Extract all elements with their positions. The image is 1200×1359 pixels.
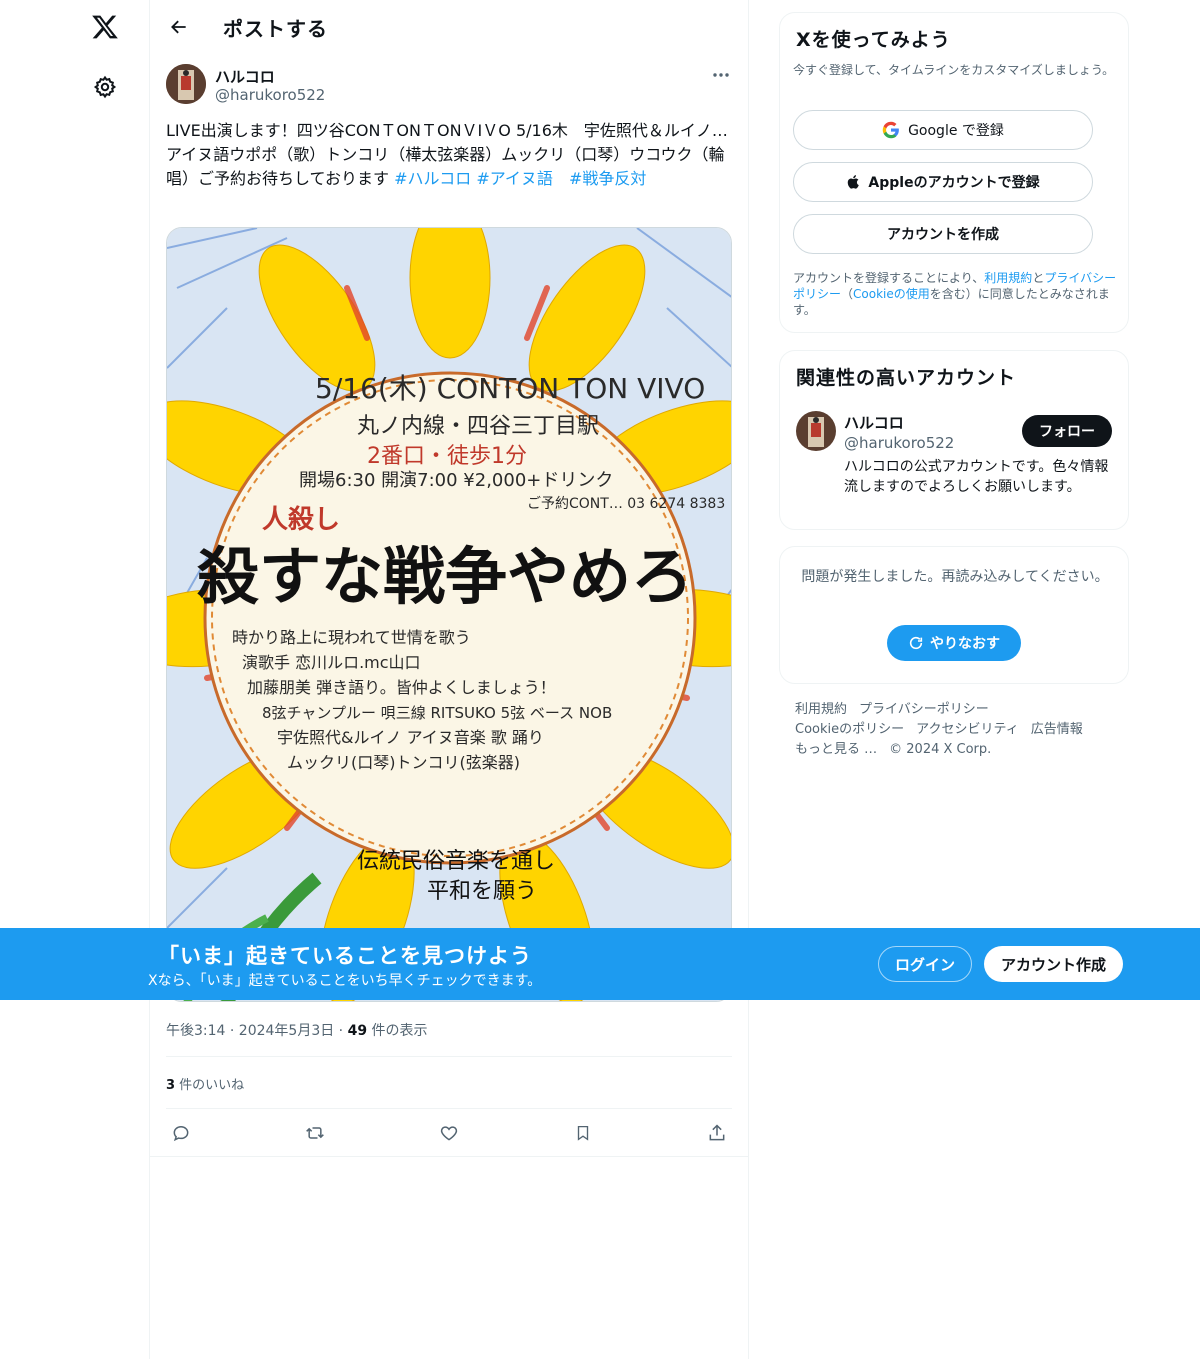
page-header: ポストする (150, 0, 750, 53)
like-heart-icon[interactable] (434, 1118, 464, 1148)
poster-headline-small: 人殺し (262, 505, 340, 535)
main-column: ポストする ハルコロ @harukoro522 LIVE出演します！四ツ谷CON… (149, 0, 749, 1359)
poster-body4: 8弦チャンプルー 唄三線 RITSUKO 5弦 ベース NOB (262, 704, 612, 722)
poster-line3: 2番口・徒歩1分 (367, 444, 527, 469)
follow-button[interactable]: フォロー (1022, 415, 1112, 447)
banner-title: 「いま」起きていることを見つけよう (158, 944, 532, 968)
google-signup-button[interactable]: Google で登録 (793, 110, 1093, 150)
error-card: 問題が発生しました。再読み込みしてください。 やりなおす (779, 546, 1129, 684)
likes-count: 3 (166, 1078, 176, 1093)
poster-body5: 宇佐照代&ルイノ アイヌ音楽 歌 踊り (277, 728, 544, 747)
retweet-icon[interactable] (300, 1118, 330, 1148)
settings-gear-icon[interactable] (88, 70, 122, 104)
legal-and: と (1032, 271, 1045, 285)
hashtag-link[interactable]: #戦争反対 (569, 169, 646, 188)
hashtag-link[interactable]: #アイヌ語 (476, 169, 553, 188)
bookmark-icon[interactable] (568, 1118, 598, 1148)
login-banner: 「いま」起きていることを見つけよう Xなら、「いま」起きていることをいち早くチェ… (0, 928, 1200, 1000)
views-count: 49 (347, 1023, 368, 1039)
tweet-timestamp[interactable]: 午後3:14 · 2024年5月3日 · (166, 1023, 348, 1039)
refresh-icon (909, 636, 923, 650)
create-account-label: アカウントを作成 (887, 227, 999, 243)
related-accounts-card: 関連性の高いアカウント ハルコロ @harukoro522 フォロー ハルコロの… (779, 350, 1129, 530)
poster-line2: 丸ノ内線・四谷三丁目駅 (357, 414, 599, 439)
poster-body8: 平和を願う (427, 879, 537, 904)
footer-privacy-link[interactable]: プライバシーポリシー (859, 702, 989, 717)
hashtag-link[interactable]: #ハルコロ (394, 169, 471, 188)
banner-subtitle: Xなら、「いま」起きていることをいち早くチェックできます。 (148, 973, 542, 989)
likes-label: 件のいいね (175, 1078, 245, 1093)
legal-notice: アカウントを登録することにより、利用規約とプライバシーポリシー（Cookieの使… (793, 270, 1123, 318)
poster-body6: ムックリ(口琴)トンコリ(弦楽器) (287, 753, 520, 772)
poster-line4: 開場6:30 開演7:00 ¥2,000+ドリンク (299, 470, 613, 491)
google-signup-label: Google で登録 (908, 123, 1004, 139)
divider (166, 1108, 732, 1109)
poster-body1: 時かり路上に現われて世情を歌う (232, 628, 471, 647)
tweet-author: ハルコロ @harukoro522 (166, 64, 736, 108)
signup-button[interactable]: アカウント作成 (984, 946, 1123, 982)
signup-card-title: Xを使ってみよう (796, 29, 951, 51)
likes-summary[interactable]: 3 件のいいね (166, 1074, 244, 1093)
tweet-actions (166, 1118, 732, 1148)
footer-ads-link[interactable]: 広告情報 (1031, 722, 1083, 737)
author-name[interactable]: ハルコロ (215, 66, 275, 87)
signup-card-subtitle: 今すぐ登録して、タイムラインをカスタマイズしましょう。 (793, 63, 1115, 77)
footer-more-link[interactable]: もっと見る … (795, 742, 877, 757)
page-title: ポストする (223, 17, 328, 41)
poster-body7: 伝統民俗音楽を通し (357, 849, 555, 874)
divider (150, 1156, 748, 1157)
x-logo-icon[interactable] (88, 10, 122, 44)
create-account-button[interactable]: アカウントを作成 (793, 214, 1093, 254)
apple-icon (848, 175, 860, 189)
footer-accessibility-link[interactable]: アクセシビリティ (916, 722, 1019, 737)
footer-links: 利用規約 プライバシーポリシー Cookieのポリシー アクセシビリティ 広告情報 も… (795, 700, 1115, 760)
reply-icon[interactable] (166, 1118, 196, 1148)
footer-cookie-link[interactable]: Cookieのポリシー (795, 722, 904, 737)
terms-link[interactable]: 利用規約 (984, 271, 1032, 285)
back-arrow-icon[interactable] (162, 10, 196, 44)
tweet-text: LIVE出演します！四ツ谷CONＴONＴONＶIＶO 5/16木 宇佐照代＆ルイ… (166, 119, 732, 191)
legal-open: （ (841, 287, 854, 301)
related-account-bio: ハルコロの公式アカウントです。色々情報流しますのでよろしくお願いします。 (844, 459, 1109, 495)
author-handle[interactable]: @harukoro522 (215, 86, 325, 104)
error-message: 問題が発生しました。再読み込みしてください。 (801, 569, 1109, 585)
avatar[interactable] (166, 64, 206, 104)
legal-prefix: アカウントを登録することにより、 (793, 271, 985, 285)
tweet-meta: 午後3:14 · 2024年5月3日 · 49 件の表示 (166, 1020, 428, 1040)
views-label: 件の表示 (367, 1023, 428, 1039)
login-button[interactable]: ログイン (878, 946, 972, 982)
retry-label: やりなおす (930, 636, 1000, 652)
footer-copyright: © 2024 X Corp. (889, 742, 992, 757)
poster-headline: 殺すな戦争やめろ (197, 540, 693, 613)
tweet-image[interactable]: 5/16(木) CONTON TON VIVO 丸ノ内線・四谷三丁目駅 2番口・… (166, 227, 732, 1002)
related-account-name[interactable]: ハルコロ (844, 412, 904, 433)
poster-body2: 演歌手 恋川ルロ.mc山口 (242, 653, 421, 672)
apple-signup-button[interactable]: Appleのアカウントで登録 (793, 162, 1093, 202)
poster-line5: ご予約CONT… 03 6274 8383 (527, 496, 725, 512)
divider (166, 1056, 732, 1057)
left-nav (0, 0, 150, 1359)
signup-card: Xを使ってみよう 今すぐ登録して、タイムラインをカスタマイズしましょう。 Goo… (779, 12, 1129, 333)
poster-body3: 加藤朋美 弾き語り。皆仲よくしましょう！ (247, 678, 556, 697)
related-account-handle[interactable]: @harukoro522 (844, 434, 954, 452)
footer-terms-link[interactable]: 利用規約 (795, 702, 847, 717)
google-icon (882, 121, 899, 139)
cookie-link[interactable]: Cookieの使用 (853, 287, 930, 301)
poster-line1: 5/16(木) CONTON TON VIVO (315, 372, 705, 405)
avatar[interactable] (796, 411, 836, 451)
apple-signup-label: Appleのアカウントで登録 (868, 175, 1040, 191)
more-options-icon[interactable] (706, 64, 736, 86)
related-card-title: 関連性の高いアカウント (796, 367, 1017, 389)
retry-button[interactable]: やりなおす (887, 625, 1021, 661)
share-icon[interactable] (702, 1118, 732, 1148)
